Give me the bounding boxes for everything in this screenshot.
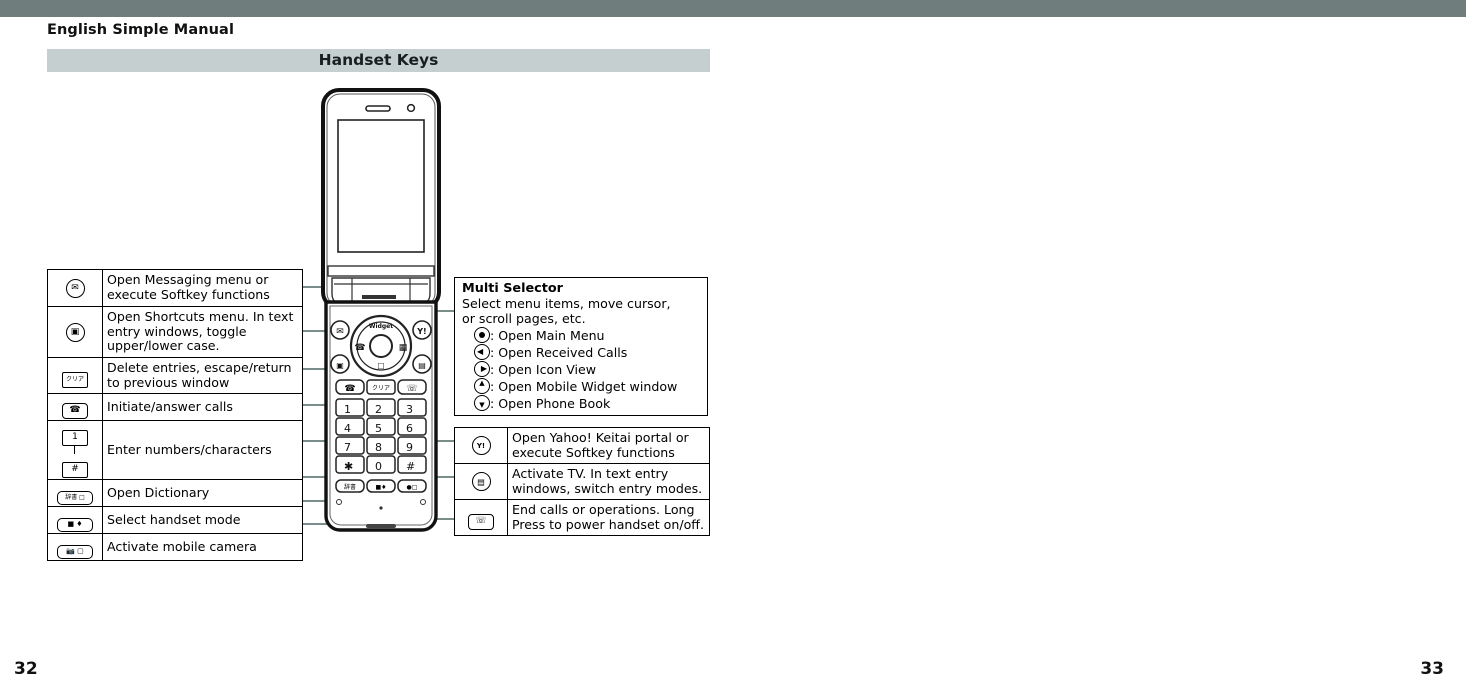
- mail-key-icon: ✉: [47, 269, 103, 307]
- multi-selector-item-label: : Open Phone Book: [490, 395, 611, 411]
- key-function-table-right: Y! Open Yahoo! Keitai portal or execute …: [454, 427, 710, 536]
- multi-selector-item-label: : Open Main Menu: [490, 328, 605, 344]
- handset-mode-key-icon: ■ ♦: [47, 506, 103, 534]
- multi-selector-intro-line2: or scroll pages, etc.: [462, 310, 586, 326]
- multi-selector-title: Multi Selector: [462, 281, 563, 296]
- table-row: クリア Delete entries, escape/return to pre…: [47, 357, 303, 394]
- multi-selector-item-label: : Open Icon View: [490, 361, 597, 377]
- table-row: 辞書 □ Open Dictionary: [47, 479, 303, 507]
- svg-text:☏: ☏: [406, 384, 417, 394]
- svg-text:●□: ●□: [407, 484, 418, 491]
- multi-selector-item-label: : Open Received Calls: [490, 345, 628, 361]
- multi-selector-callout: Multi Selector Select menu items, move c…: [454, 277, 708, 416]
- svg-text:☎: ☎: [344, 384, 355, 394]
- key-desc: Initiate/answer calls: [102, 393, 303, 421]
- up-key-icon: ▲: [474, 377, 490, 394]
- list-item: ▲: Open Mobile Widget window: [474, 377, 701, 395]
- page-number-right: 33: [1420, 659, 1444, 679]
- svg-text:6: 6: [406, 422, 413, 435]
- table-row: 📷 ▢ Activate mobile camera: [47, 533, 303, 561]
- svg-text:辞書: 辞書: [344, 483, 356, 491]
- end-key-icon: ☏: [454, 499, 508, 536]
- table-row: 1 # Enter numbers/characters: [47, 420, 303, 480]
- center-key-icon: [474, 327, 490, 344]
- svg-text:8: 8: [375, 441, 382, 454]
- multi-selector-item-label: : Open Mobile Widget window: [490, 378, 678, 394]
- svg-text:▦: ▦: [399, 343, 408, 353]
- svg-text:▣: ▣: [336, 361, 344, 370]
- page-number-left: 32: [14, 659, 38, 679]
- list-item: ▼: Open Phone Book: [474, 394, 701, 412]
- svg-text:☎: ☎: [354, 343, 365, 353]
- table-row: ☎ Initiate/answer calls: [47, 393, 303, 421]
- key-desc: Select handset mode: [102, 506, 303, 534]
- key-desc: Delete entries, escape/return to previou…: [102, 357, 303, 394]
- table-row: ✉ Open Messaging menu or execute Softkey…: [47, 269, 303, 307]
- list-item: ▶: Open Icon View: [474, 360, 701, 378]
- svg-text:✱: ✱: [344, 460, 353, 473]
- key-desc: Open Shortcuts menu. In text entry windo…: [102, 306, 303, 358]
- key-desc: End calls or operations. Long Press to p…: [507, 499, 710, 536]
- table-row: ▣ Open Shortcuts menu. In text entry win…: [47, 306, 303, 358]
- svg-text:Y!: Y!: [416, 327, 426, 336]
- svg-text:0: 0: [375, 460, 382, 473]
- svg-text:7: 7: [344, 441, 351, 454]
- tv-key-icon: ▤: [454, 463, 508, 500]
- table-row: Y! Open Yahoo! Keitai portal or execute …: [454, 427, 710, 464]
- key-desc: Open Dictionary: [102, 479, 303, 507]
- multi-selector-intro-line1: Select menu items, move cursor,: [462, 295, 671, 311]
- list-item: : Open Main Menu: [474, 327, 701, 344]
- right-key-icon: ▶: [474, 360, 490, 377]
- camera-key-icon: 📷 ▢: [47, 533, 103, 561]
- svg-text:▤: ▤: [418, 361, 426, 370]
- svg-text:Widget: Widget: [369, 323, 393, 330]
- key-desc: Open Yahoo! Keitai portal or execute Sof…: [507, 427, 710, 464]
- handset-illustration: Widget ☎ ▦ ☐ ✉ Y! ▣ ▤ ☎ クリア ☏ 1 2 3 4 5 …: [318, 88, 444, 538]
- table-row: ■ ♦ Select handset mode: [47, 506, 303, 534]
- svg-text:✉: ✉: [336, 327, 344, 337]
- clear-key-icon: クリア: [47, 357, 103, 394]
- table-row: ☏ End calls or operations. Long Press to…: [454, 499, 710, 536]
- svg-text:☐: ☐: [377, 362, 384, 371]
- key-function-table-left: ✉ Open Messaging menu or execute Softkey…: [47, 269, 303, 561]
- table-row: ▤ Activate TV. In text entry windows, sw…: [454, 463, 710, 500]
- right-page: Basic Operations Handset Power On/Off Po…: [733, 0, 1466, 689]
- left-key-icon: ◀: [474, 344, 490, 361]
- svg-text:クリア: クリア: [372, 385, 390, 392]
- svg-text:2: 2: [375, 403, 382, 416]
- shortcuts-key-icon: ▣: [47, 306, 103, 358]
- list-item: ◀: Open Received Calls: [474, 344, 701, 361]
- keypad-1-to-hash-icon: 1 #: [47, 420, 103, 480]
- svg-text:1: 1: [344, 403, 351, 416]
- down-key-icon: ▼: [474, 394, 490, 411]
- svg-text:4: 4: [344, 422, 351, 435]
- key-desc: Enter numbers/characters: [102, 420, 303, 480]
- key-desc: Activate mobile camera: [102, 533, 303, 561]
- svg-text:5: 5: [375, 422, 382, 435]
- key-desc: Activate TV. In text entry windows, swit…: [507, 463, 710, 500]
- yahoo-keitai-key-icon: Y!: [454, 427, 508, 464]
- svg-text:#: #: [406, 460, 415, 473]
- left-page: Handset Keys Widget ☎ ▦ ☐ ✉ Y! ▣ ▤ ☎ クリア…: [0, 0, 733, 689]
- call-key-icon: ☎: [47, 393, 103, 421]
- key-desc: Open Messaging menu or execute Softkey f…: [102, 269, 303, 307]
- svg-text:9: 9: [406, 441, 413, 454]
- section-header-handset-keys: Handset Keys: [47, 49, 710, 72]
- svg-text:3: 3: [406, 403, 413, 416]
- dictionary-key-icon: 辞書 □: [47, 479, 103, 507]
- svg-text:■♦: ■♦: [375, 484, 386, 491]
